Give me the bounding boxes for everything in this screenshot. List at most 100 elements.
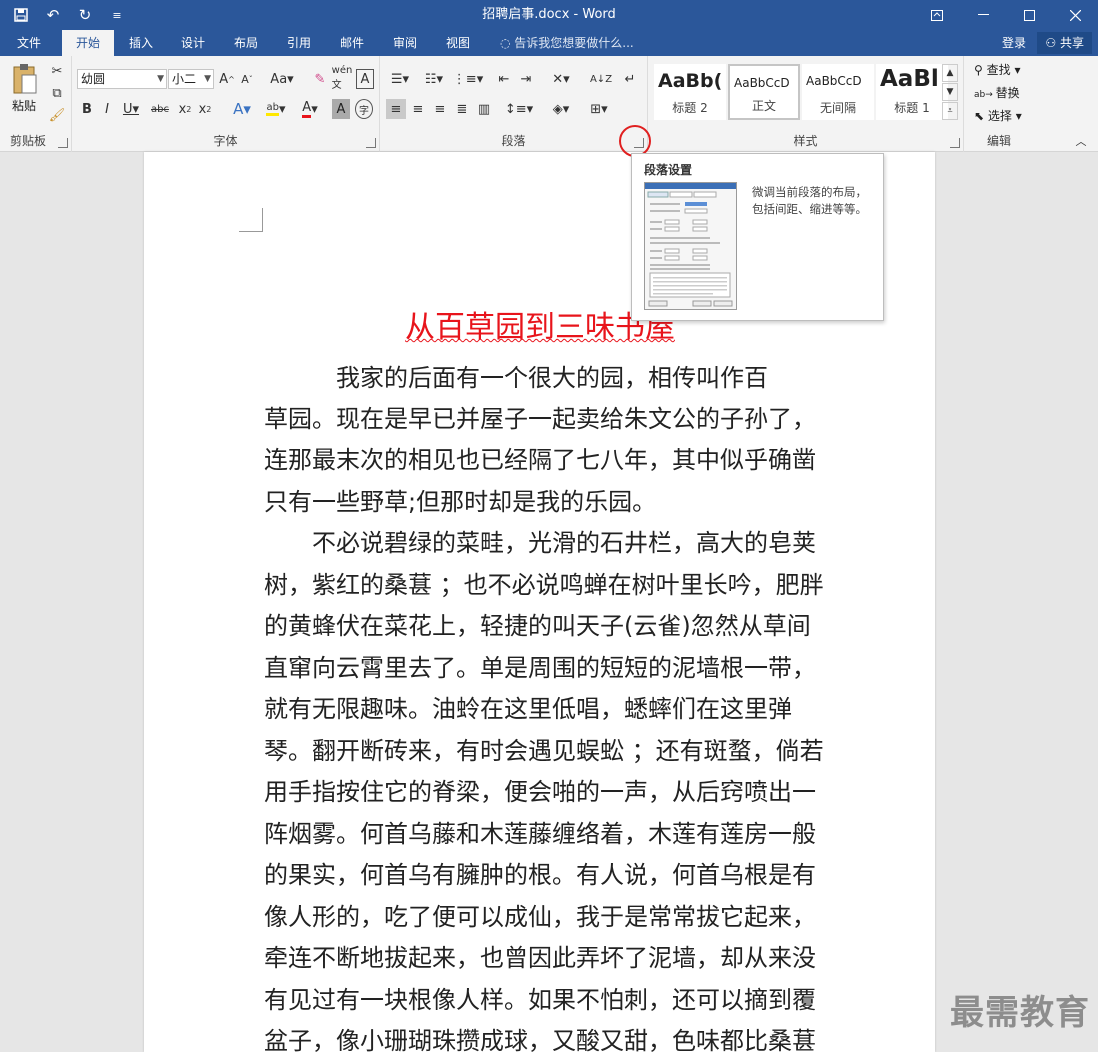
clear-formatting-icon[interactable]: ✎ — [310, 69, 330, 89]
paste-icon[interactable] — [10, 62, 40, 96]
enclose-characters-icon[interactable]: 字 — [355, 99, 373, 119]
distributed-icon[interactable]: ▥ — [474, 99, 494, 119]
style-preview: AaBbCcD — [734, 76, 790, 90]
font-color-icon[interactable]: A ▾ — [296, 99, 324, 119]
show-marks-icon[interactable]: ↵ — [620, 69, 640, 89]
line-spacing-icon[interactable]: ↕≡▾ — [504, 99, 534, 119]
tab-references[interactable]: 引用 — [276, 30, 322, 56]
text-line: 的果实，何首乌有臃肿的根。有人说，何首乌根是有 — [264, 861, 816, 889]
styles-scroll-up-icon[interactable]: ▲ — [942, 64, 958, 82]
superscript-icon[interactable]: x2 — [196, 99, 214, 119]
style-no-spacing[interactable]: AaBbCcD 无间隔 — [802, 64, 874, 120]
underline-icon[interactable]: U▾ — [118, 99, 144, 119]
tab-design[interactable]: 设计 — [170, 30, 216, 56]
italic-icon[interactable]: I — [98, 99, 116, 119]
increase-indent-icon[interactable]: ⇥ — [516, 69, 536, 89]
style-heading2[interactable]: AaBb( 标题 2 — [654, 64, 726, 120]
text-line: 只有一些野草;但那时却是我的乐园。 — [264, 488, 657, 516]
cursor-icon: ⬉ — [974, 109, 988, 123]
tell-me-box[interactable]: ◌ 告诉我您想要做什么... — [500, 30, 634, 56]
chinese-layout-icon[interactable]: ✕▾ — [546, 69, 576, 89]
bold-icon[interactable]: B — [78, 99, 96, 119]
text-line: 盆子，像小珊瑚珠攒成球，又酸又甜，色味都比桑葚 — [264, 1027, 816, 1052]
text-line: 草园。现在是早已并屋子一起卖给朱文公的子孙了， — [264, 405, 816, 433]
share-label: 共享 — [1059, 36, 1084, 50]
highlight-color-icon[interactable]: ab ▾ — [262, 99, 290, 119]
style-name: 标题 1 — [894, 101, 930, 115]
tab-insert[interactable]: 插入 — [118, 30, 164, 56]
login-link[interactable]: 登录 — [1002, 30, 1026, 56]
numbering-icon[interactable]: ☷▾ — [420, 69, 448, 89]
justify-icon[interactable]: ≣ — [452, 99, 472, 119]
phonetic-guide-icon[interactable]: wén文 — [332, 65, 353, 91]
styles-group: AaBb( 标题 2 AaBbCcD 正文 AaBbCcD 无间隔 AaBl 标… — [648, 56, 964, 152]
document-canvas: 从百草园到三味书屋 我家的后面有一个很大的园，相传叫作百 草园。现在是早已并屋子… — [0, 152, 1098, 1052]
style-name: 无间隔 — [819, 101, 856, 115]
styles-scroll-down-icon[interactable]: ▼ — [942, 83, 958, 101]
share-button[interactable]: ⚇ 共享 — [1037, 32, 1092, 54]
sort-icon[interactable]: A↓Z — [590, 69, 612, 89]
editing-group-label: 编辑 — [986, 134, 1011, 148]
clipboard-launcher-icon[interactable] — [58, 138, 68, 148]
title-bar: ↶ ↻ ≡ 招聘启事.docx - Word — [0, 0, 1098, 30]
replace-button[interactable]: ab→ 替换 — [974, 83, 1020, 103]
style-heading1[interactable]: AaBl 标题 1 — [876, 64, 948, 120]
ribbon-tabs: 文件 开始 插入 设计 布局 引用 邮件 审阅 视图 ◌ 告诉我您想要做什么..… — [0, 30, 1098, 56]
replace-icon: ab→ — [974, 90, 996, 100]
tab-layout[interactable]: 布局 — [223, 30, 269, 56]
style-preview: AaBbCcD — [806, 74, 862, 88]
text-effects-icon[interactable]: A▾ — [228, 99, 256, 119]
collapse-ribbon-icon[interactable]: ︿ — [1072, 134, 1090, 148]
tooltip-title: 段落设置 — [644, 163, 693, 177]
style-normal[interactable]: AaBbCcD 正文 — [728, 64, 800, 120]
font-size-value: 小二 — [172, 72, 197, 86]
tab-mailings[interactable]: 邮件 — [329, 30, 375, 56]
font-group-label: 字体 — [213, 134, 238, 148]
subscript-icon[interactable]: x2 — [176, 99, 194, 119]
change-case-icon[interactable]: Aa▾ — [268, 69, 296, 89]
character-border-icon[interactable]: A — [356, 69, 374, 89]
align-left-icon[interactable]: ≡ — [386, 99, 406, 119]
paste-button-label[interactable]: 粘贴 — [12, 97, 36, 114]
find-button[interactable]: ⚲ 查找 ▾ — [974, 60, 1020, 80]
style-name: 正文 — [751, 99, 776, 113]
shading-icon[interactable]: ◈▾ — [546, 99, 576, 119]
tab-view[interactable]: 视图 — [435, 30, 481, 56]
select-button[interactable]: ⬉ 选择 ▾ — [974, 106, 1022, 126]
styles-more-icon[interactable]: ⩡ — [942, 102, 958, 120]
tab-review[interactable]: 审阅 — [382, 30, 428, 56]
style-preview: AaBl — [880, 66, 939, 92]
tab-home[interactable]: 开始 — [62, 30, 114, 56]
maximize-icon[interactable] — [1006, 0, 1052, 30]
styles-launcher-icon[interactable] — [950, 138, 960, 148]
font-launcher-icon[interactable] — [366, 138, 376, 148]
bullets-icon[interactable]: ☰▾ — [386, 69, 414, 89]
font-size-combo[interactable]: 小二 ▼ — [168, 69, 214, 89]
text-line: 直窜向云霄里去了。单是周围的短短的泥墙根一带， — [264, 654, 816, 682]
editing-group: ⚲ 查找 ▾ ab→ 替换 ⬉ 选择 ▾ 编辑 — [964, 56, 1034, 152]
align-right-icon[interactable]: ≡ — [430, 99, 450, 119]
decrease-indent-icon[interactable]: ⇤ — [494, 69, 514, 89]
tab-file[interactable]: 文件 — [4, 30, 54, 56]
align-center-icon[interactable]: ≡ — [408, 99, 428, 119]
multilevel-list-icon[interactable]: ⋮≡▾ — [453, 69, 483, 89]
watermark-text: 最需教育 — [950, 993, 1090, 1033]
find-label: 查找 — [986, 63, 1011, 77]
text-line: 牵连不断地拔起来，也曾因此弄坏了泥墙，却从来没 — [264, 944, 816, 972]
text-line: 不必说碧绿的菜畦，光滑的石井栏，高大的皂荚 — [264, 529, 816, 557]
grow-font-icon[interactable]: A ^ — [218, 69, 236, 89]
strikethrough-icon[interactable]: abc — [148, 99, 172, 119]
font-name-value: 幼圆 — [81, 72, 106, 86]
ribbon-display-options-icon[interactable] — [914, 0, 960, 30]
shrink-font-icon[interactable]: Aˇ — [238, 69, 256, 89]
replace-label: 替换 — [995, 86, 1020, 100]
copy-icon[interactable]: ⧉ — [48, 84, 66, 102]
character-shading-icon[interactable]: A — [332, 99, 350, 119]
close-icon[interactable] — [1052, 0, 1098, 30]
borders-icon[interactable]: ⊞▾ — [584, 99, 614, 119]
text-line: 像人形的，吃了便可以成仙，我于是常常拔它起来， — [264, 903, 816, 931]
font-name-combo[interactable]: 幼圆 ▼ — [77, 69, 167, 89]
minimize-icon[interactable] — [960, 0, 1006, 30]
cut-icon[interactable]: ✂ — [48, 62, 66, 80]
format-painter-icon[interactable]: 🖌 — [48, 106, 66, 124]
